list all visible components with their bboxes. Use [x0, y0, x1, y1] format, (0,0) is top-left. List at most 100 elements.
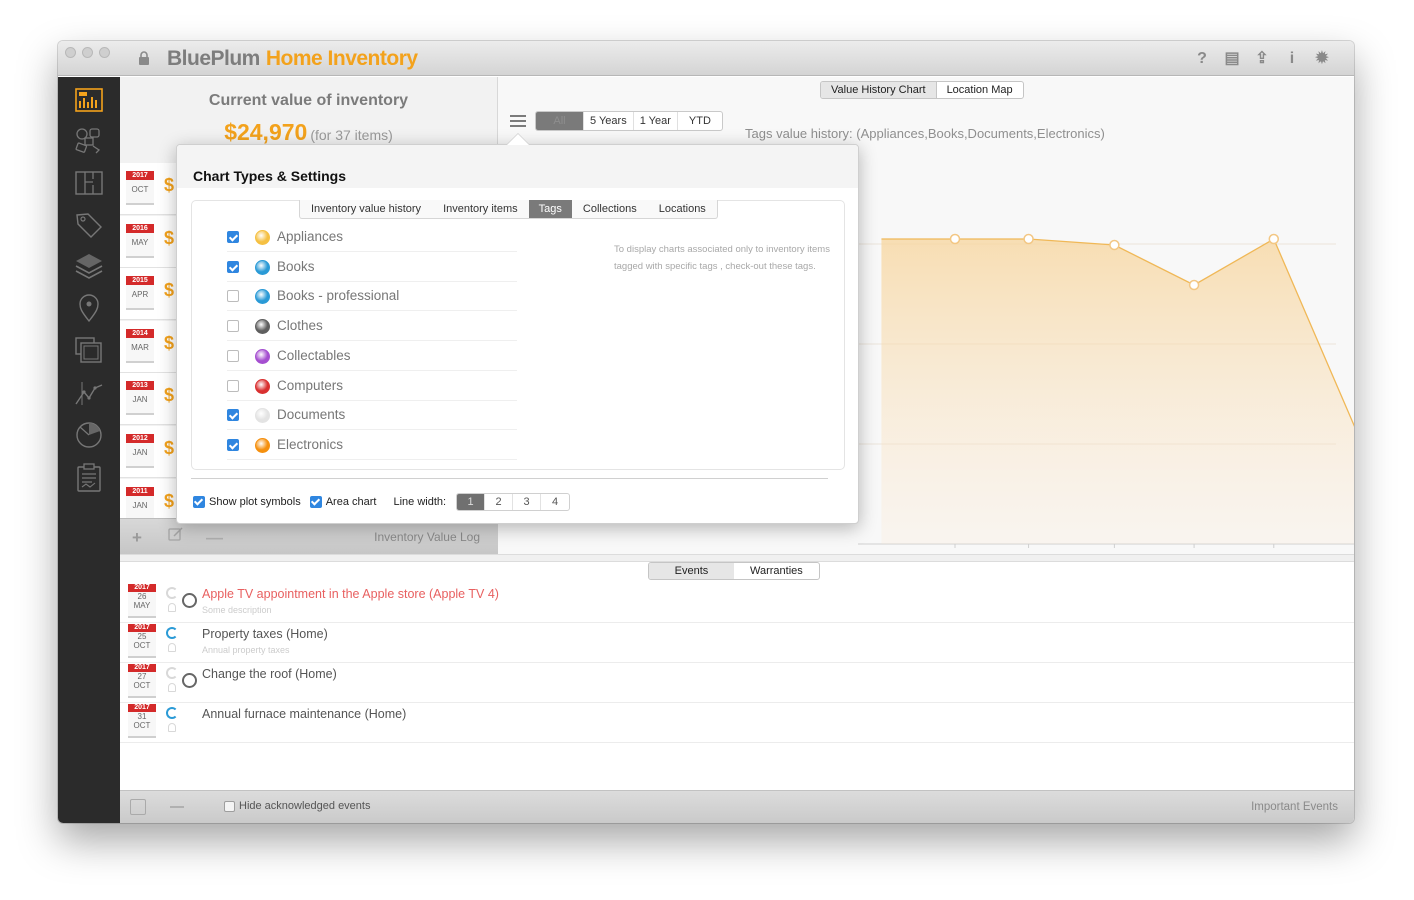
range-tab-ytd[interactable]: YTD	[678, 112, 722, 130]
show-plot-symbols-label: Show plot symbols	[209, 496, 301, 508]
tag-label: Computers	[277, 377, 344, 393]
tag-color-dot	[255, 408, 270, 424]
data-point	[1109, 239, 1120, 251]
info-icon[interactable]: i	[1284, 50, 1300, 68]
tag-row[interactable]: Books	[227, 252, 517, 282]
close-window-button[interactable]	[65, 47, 76, 58]
chart-tab-locations[interactable]: Locations	[648, 200, 717, 218]
tag-color-dot	[255, 259, 270, 275]
remove-log-button[interactable]: —	[206, 528, 223, 548]
log-currency-icon: $	[164, 438, 175, 458]
sidebar-item-charts[interactable]	[72, 375, 106, 409]
tag-row[interactable]: Books - professional	[227, 281, 517, 312]
split-divider[interactable]	[120, 554, 1354, 562]
tag-checkbox[interactable]	[227, 379, 239, 392]
chart-menu-button[interactable]	[510, 115, 526, 129]
event-date-badge: 2017 27 OCT	[128, 664, 156, 698]
chart-tab-inventory-value-history[interactable]: Inventory value history	[300, 200, 432, 218]
add-log-button[interactable]: +	[132, 528, 142, 548]
sidebar-item-clipboard[interactable]	[72, 460, 106, 494]
event-row[interactable]: 2017 27 OCT Change the roof (Home)	[120, 663, 1354, 703]
sidebar-item-items[interactable]	[72, 123, 106, 157]
acknowledge-event-button[interactable]	[182, 673, 197, 688]
tag-checkbox[interactable]	[227, 349, 239, 362]
range-tab-5-years[interactable]: 5 Years	[584, 112, 634, 130]
range-tab-all[interactable]: All	[536, 112, 584, 130]
sidebar-item-locations[interactable]	[72, 291, 106, 325]
tag-color-dot	[255, 378, 270, 394]
sidebar-item-collections[interactable]	[72, 249, 106, 283]
tag-checkbox[interactable]	[227, 438, 239, 451]
hide-acknowledged-checkbox[interactable]: Hide acknowledged events	[224, 800, 370, 812]
zoom-window-button[interactable]	[99, 47, 110, 58]
tab-warranties[interactable]: Warranties	[734, 563, 819, 579]
log-year: 2017	[126, 171, 154, 180]
range-tab-1-year[interactable]: 1 Year	[634, 112, 678, 130]
event-year: 2017	[128, 664, 156, 672]
help-icon[interactable]: ?	[1194, 50, 1210, 68]
tag-row[interactable]: Computers	[227, 371, 517, 401]
area-chart-checkbox[interactable]: Area chart	[309, 496, 376, 508]
bell-icon	[168, 643, 176, 652]
chart-tab-inventory-items[interactable]: Inventory items	[432, 200, 529, 218]
remove-event-button[interactable]	[170, 806, 184, 808]
tab-value-history-chart[interactable]: Value History Chart	[821, 82, 937, 98]
event-row[interactable]: 2017 31 OCT Annual furnace maintenance (Hom…	[120, 703, 1354, 743]
tag-row[interactable]: Clothes	[227, 311, 517, 342]
checkbox-box[interactable]	[224, 800, 235, 812]
chart-tab-collections[interactable]: Collections	[572, 200, 648, 218]
toolbar-icons: ? ▤ ⇪ i ✹	[1194, 50, 1330, 68]
calendar-badge: 2017 OCT	[126, 171, 154, 205]
tag-checkbox[interactable]	[227, 231, 239, 243]
event-row[interactable]: 2017 25 OCT Property taxes (Home) Annual pro…	[120, 623, 1354, 663]
event-month: MAY	[133, 601, 151, 610]
menu-icon-bar	[510, 120, 526, 122]
document-icon[interactable]: ▤	[1224, 50, 1240, 68]
line-width-option-4[interactable]: 4	[541, 494, 569, 510]
tag-row[interactable]: Collectables	[227, 341, 517, 371]
tag-color-dot	[255, 348, 270, 364]
tag-row[interactable]: Appliances	[227, 222, 517, 252]
tag-label: Electronics	[277, 436, 344, 452]
checkbox-checked[interactable]	[309, 496, 322, 508]
acknowledge-event-button[interactable]	[182, 593, 197, 608]
tag-checkbox[interactable]	[227, 409, 239, 422]
line-width-option-1[interactable]: 1	[457, 494, 486, 510]
edit-log-button[interactable]	[168, 526, 184, 547]
current-value-title: Current value of inventory	[208, 92, 409, 109]
event-row[interactable]: 2017 26 MAY Apple TV appointment in the App…	[120, 583, 1354, 623]
sidebar-item-dashboard[interactable]	[72, 83, 106, 117]
lock-icon[interactable]	[138, 51, 150, 65]
tag-row[interactable]: Documents	[227, 400, 517, 431]
sidebar-item-tags[interactable]	[72, 208, 106, 242]
minimize-window-button[interactable]	[82, 47, 93, 58]
event-description: Annual property taxes	[202, 645, 290, 655]
log-currency-icon: $	[164, 175, 175, 195]
tab-location-map[interactable]: Location Map	[937, 82, 1023, 98]
sidebar-item-gallery[interactable]	[72, 333, 106, 367]
tab-events[interactable]: Events	[649, 563, 734, 579]
log-year: 2012	[126, 434, 154, 443]
log-month: JAN	[132, 448, 148, 457]
sidebar-item-floorplan[interactable]	[72, 166, 106, 200]
chart-tab-tags[interactable]: Tags	[528, 200, 572, 218]
show-plot-symbols-checkbox[interactable]: Show plot symbols	[193, 496, 301, 508]
sidebar-item-reports[interactable]	[72, 417, 106, 451]
tag-checkbox[interactable]	[227, 320, 239, 333]
line-width-option-2[interactable]: 2	[485, 494, 514, 510]
tag-row[interactable]: Electronics	[227, 430, 517, 460]
log-year: 2013	[126, 381, 154, 391]
line-width-option-3[interactable]: 3	[513, 494, 542, 510]
tag-checkbox[interactable]	[227, 260, 239, 273]
menu-icon-bar	[510, 115, 526, 117]
share-icon[interactable]: ⇪	[1254, 50, 1270, 68]
calendar-badge: 2015 APR	[126, 276, 154, 311]
event-day: 31	[137, 712, 147, 721]
checkbox-checked[interactable]	[193, 496, 205, 508]
tag-color-dot	[255, 437, 270, 453]
edit-event-button[interactable]	[130, 799, 146, 815]
events-tabs: Events Warranties	[648, 562, 820, 580]
line-width-label: Line width:	[393, 496, 447, 508]
gear-icon[interactable]: ✹	[1314, 50, 1330, 68]
tag-checkbox[interactable]	[227, 290, 239, 303]
